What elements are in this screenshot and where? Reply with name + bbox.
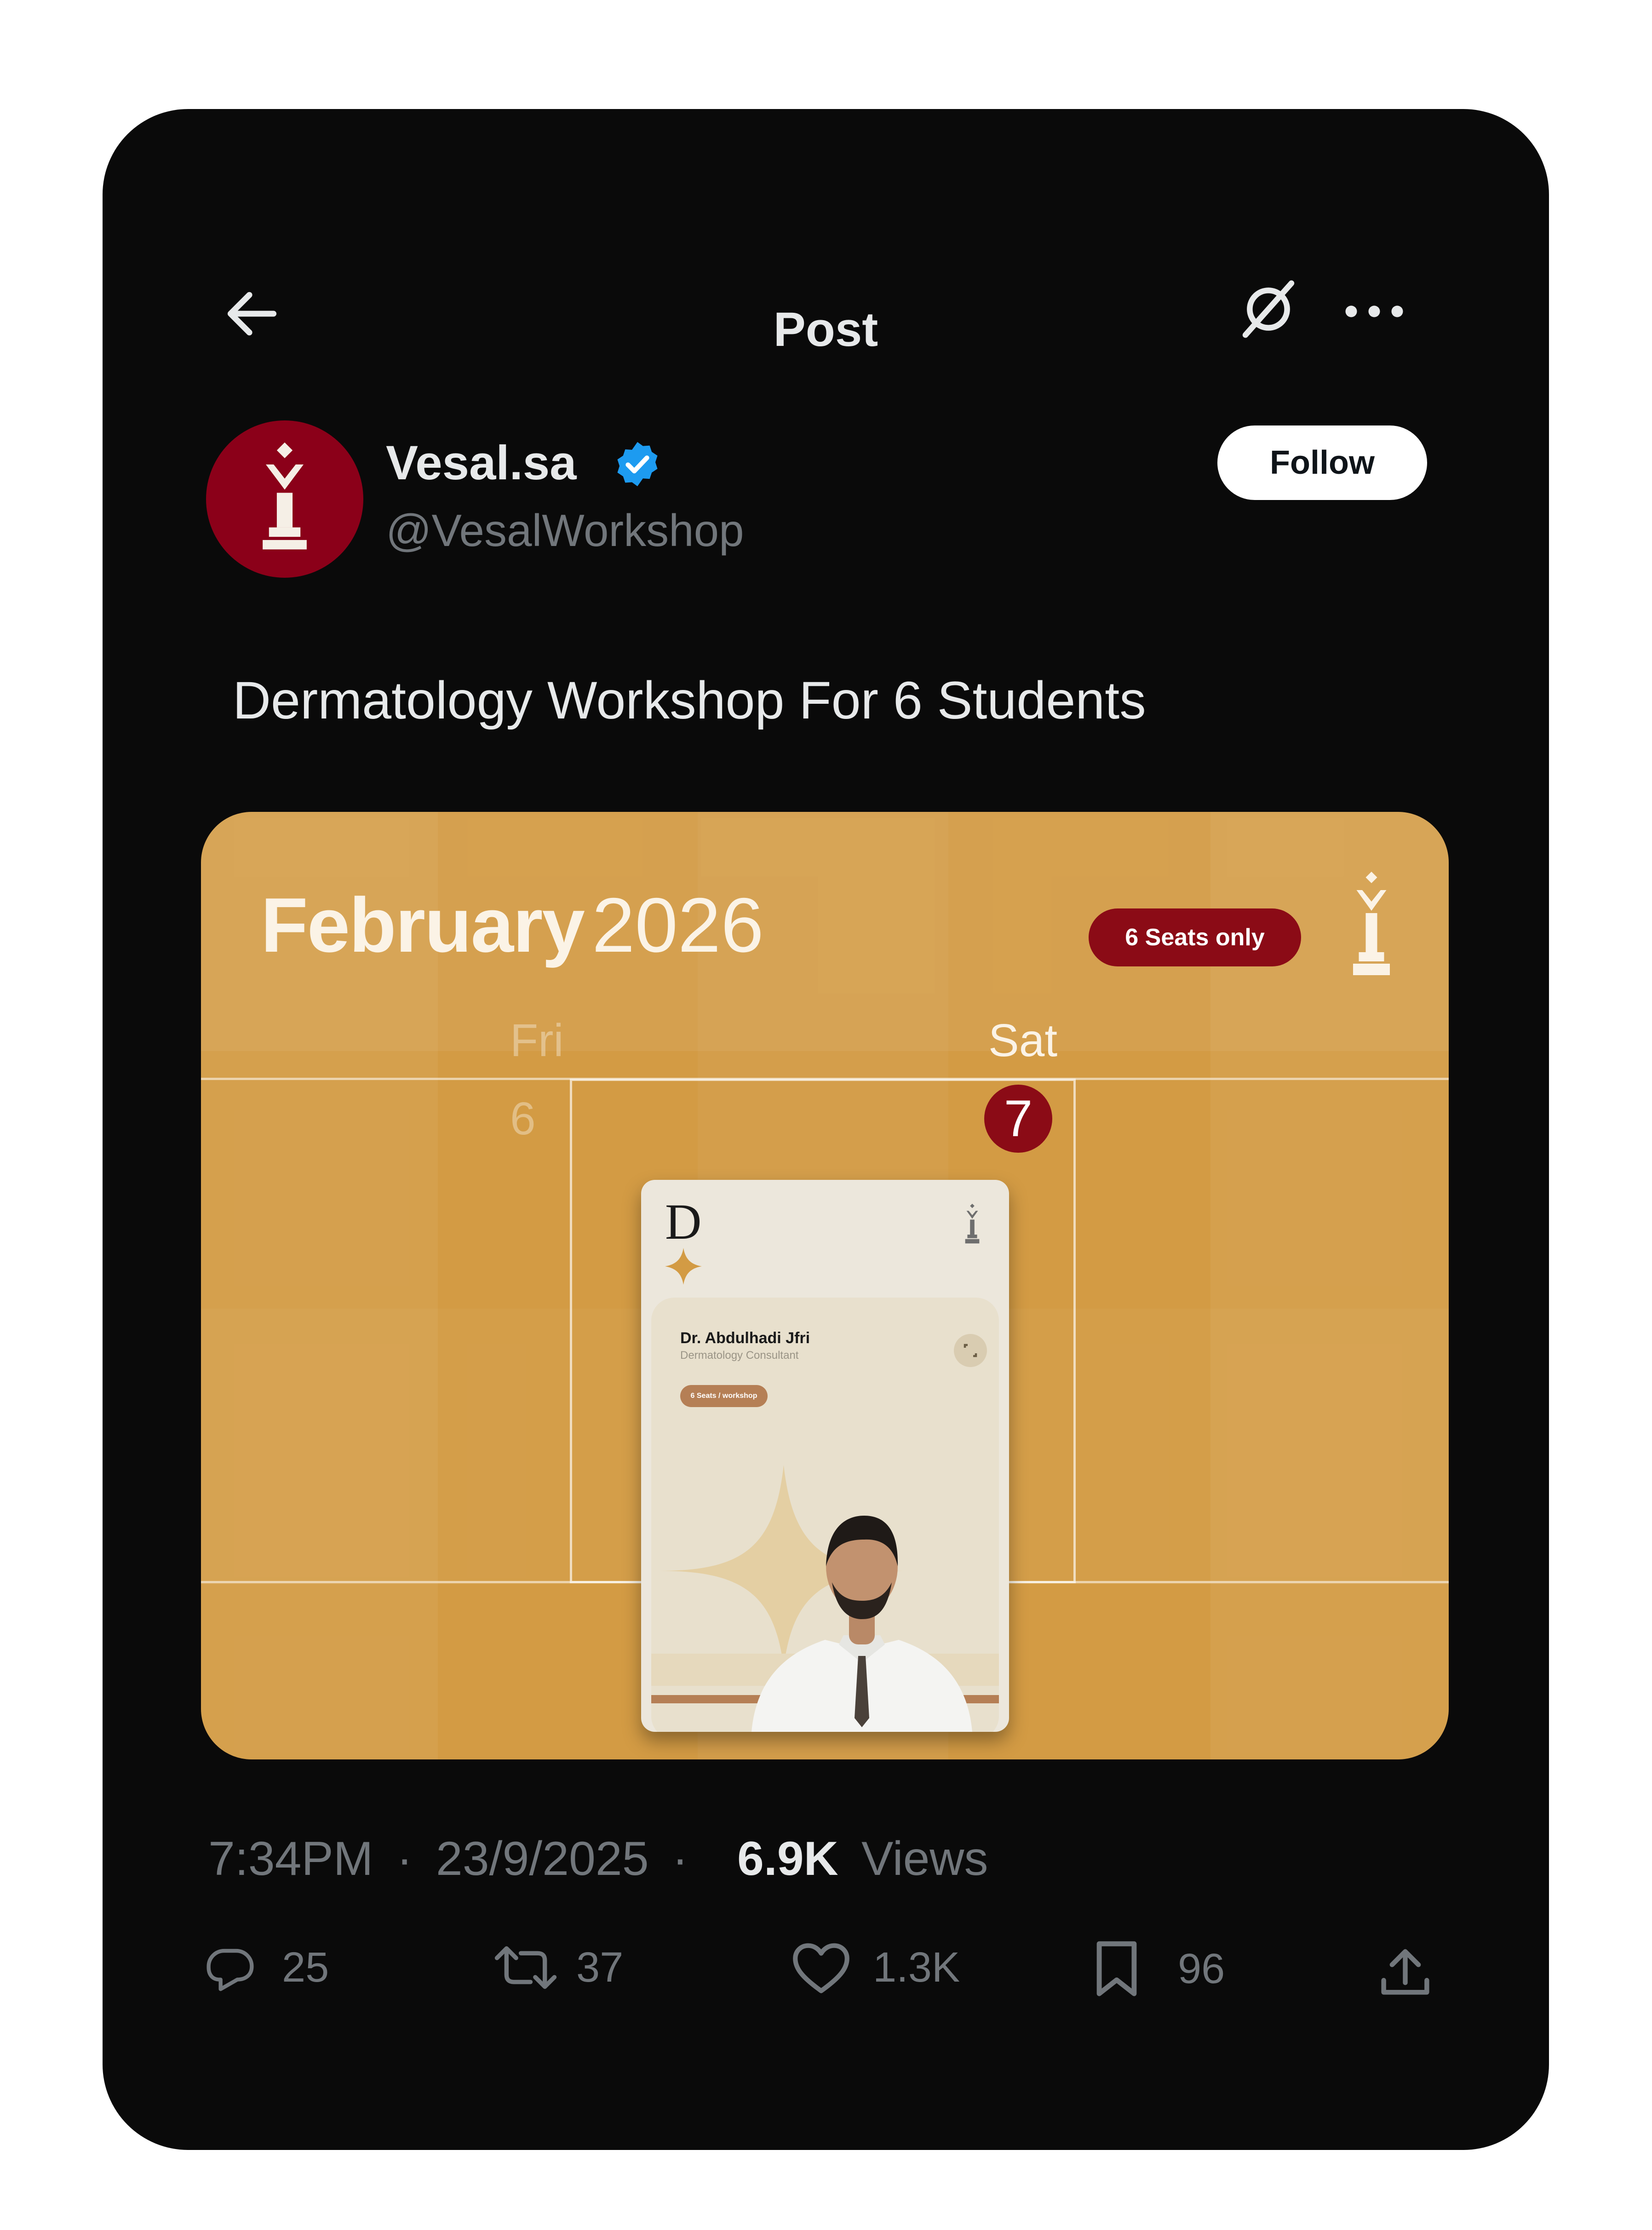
like-button[interactable]: 1.3K	[790, 1939, 960, 1996]
poster-letter: D	[665, 1194, 702, 1250]
bookmark-count: 96	[1178, 1945, 1225, 1992]
post-date: 23/9/2025	[436, 1832, 649, 1885]
verified-badge-icon	[617, 442, 658, 487]
doctor-title: Dermatology Consultant	[680, 1349, 799, 1362]
meta-separator: ·	[672, 1832, 688, 1885]
post-text: Dermatology Workshop For 6 Students	[233, 671, 1146, 730]
post-timestamp[interactable]: 7:34PM · 23/9/2025 ·	[208, 1832, 698, 1886]
meta-separator: ·	[396, 1832, 413, 1885]
grok-icon[interactable]	[1234, 275, 1303, 344]
bookmark-button[interactable]: 96	[1091, 1939, 1225, 1999]
repost-button[interactable]: 37	[491, 1939, 623, 1996]
day-name-fri: Fri	[510, 1015, 564, 1066]
sparkle-icon	[665, 1248, 702, 1285]
share-icon[interactable]	[1377, 1944, 1434, 2002]
doctor-poster: D Dr. Abdulhadi Jfri Dermatology Consult…	[641, 1180, 1009, 1732]
reply-button[interactable]: 25	[201, 1939, 329, 1996]
expand-icon	[954, 1334, 987, 1367]
page-title: Post	[773, 303, 878, 356]
heart-icon	[793, 1943, 849, 1994]
vesal-logo-icon	[263, 442, 307, 550]
post-image[interactable]: February 2026 6 Seats only Fri Sat 6 7 D	[201, 812, 1449, 1759]
post-card: Post Vesal.sa @VesalWorkshop Follow Derm…	[103, 109, 1549, 2150]
poster-pill: 6 Seats / workshop	[680, 1385, 768, 1407]
calendar-year: 2026	[592, 882, 764, 968]
doctor-name: Dr. Abdulhadi Jfri	[680, 1329, 810, 1347]
reply-count: 25	[282, 1944, 329, 1991]
views-label: Views	[861, 1832, 988, 1885]
author-name[interactable]: Vesal.sa	[386, 436, 577, 491]
repost-icon	[494, 1946, 557, 1989]
avatar[interactable]	[206, 420, 363, 578]
vesal-logo-icon	[965, 1203, 980, 1244]
repost-count: 37	[576, 1944, 624, 1991]
seats-badge: 6 Seats only	[1089, 908, 1301, 966]
views-count: 6.9K	[737, 1832, 838, 1885]
day-number-7: 7	[984, 1085, 1052, 1153]
doctor-photo	[751, 1516, 972, 1732]
vesal-logo-icon	[1353, 872, 1390, 975]
like-count: 1.3K	[873, 1944, 960, 1991]
day-name-sat: Sat	[988, 1015, 1058, 1066]
follow-button[interactable]: Follow	[1217, 425, 1427, 500]
reply-icon	[206, 1948, 254, 1991]
calendar-month: February	[261, 882, 585, 968]
post-time: 7:34PM	[208, 1832, 373, 1885]
day-number-6: 6	[510, 1093, 536, 1144]
more-dots-icon[interactable]	[1340, 298, 1409, 325]
author-handle[interactable]: @VesalWorkshop	[386, 505, 744, 557]
bookmark-icon	[1096, 1941, 1137, 1996]
